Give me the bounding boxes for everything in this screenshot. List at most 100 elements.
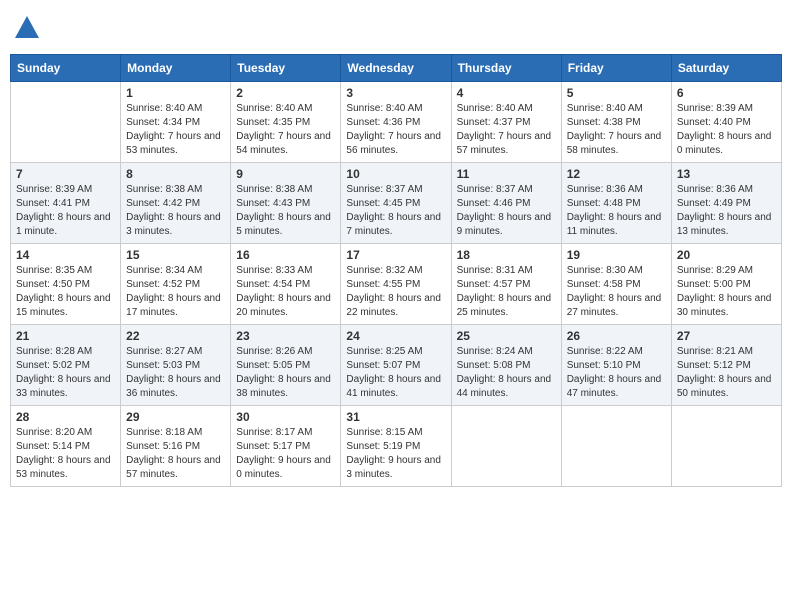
calendar-day-cell: 14Sunrise: 8:35 AMSunset: 4:50 PMDayligh… bbox=[11, 244, 121, 325]
day-number: 4 bbox=[457, 86, 556, 100]
day-detail: Sunrise: 8:28 AMSunset: 5:02 PMDaylight:… bbox=[16, 345, 115, 401]
calendar-day-cell bbox=[11, 82, 121, 163]
calendar-day-cell: 20 Sunrise: 8:29 AMSunset: 5:00 PMDayligh… bbox=[671, 244, 781, 325]
day-detail: Sunrise: 8:31 AMSunset: 4:57 PMDaylight:… bbox=[457, 264, 556, 320]
day-number: 27 bbox=[677, 329, 776, 343]
day-detail: Sunrise: 8:40 AMSunset: 4:36 PMDaylight:… bbox=[346, 102, 445, 158]
day-detail: Sunrise: 8:25 AMSunset: 5:07 PMDaylight:… bbox=[346, 345, 445, 401]
day-number: 21 bbox=[16, 329, 115, 343]
calendar-day-cell: 18 Sunrise: 8:31 AMSunset: 4:57 PMDayligh… bbox=[451, 244, 561, 325]
day-number: 15 bbox=[126, 248, 225, 262]
day-number: 30 bbox=[236, 410, 335, 424]
calendar-day-cell: 24 Sunrise: 8:25 AMSunset: 5:07 PMDayligh… bbox=[341, 325, 451, 406]
day-detail: Sunrise: 8:17 AMSunset: 5:17 PMDaylight:… bbox=[236, 426, 335, 482]
calendar-day-cell: 16 Sunrise: 8:33 AMSunset: 4:54 PMDayligh… bbox=[231, 244, 341, 325]
day-number: 11 bbox=[457, 167, 556, 181]
calendar-day-cell: 10 Sunrise: 8:37 AMSunset: 4:45 PMDayligh… bbox=[341, 163, 451, 244]
calendar-day-cell: 21 Sunrise: 8:28 AMSunset: 5:02 PMDayligh… bbox=[11, 325, 121, 406]
calendar-day-cell: 26 Sunrise: 8:22 AMSunset: 5:10 PMDayligh… bbox=[561, 325, 671, 406]
calendar-day-cell: 29 Sunrise: 8:18 AMSunset: 5:16 PMDayligh… bbox=[121, 406, 231, 487]
weekday-header: Thursday bbox=[451, 55, 561, 82]
calendar-day-cell: 6 Sunrise: 8:39 AMSunset: 4:40 PMDaylight… bbox=[671, 82, 781, 163]
day-detail: Sunrise: 8:30 AMSunset: 4:58 PMDaylight:… bbox=[567, 264, 666, 320]
day-number: 18 bbox=[457, 248, 556, 262]
day-number: 12 bbox=[567, 167, 666, 181]
day-number: 19 bbox=[567, 248, 666, 262]
day-number: 2 bbox=[236, 86, 335, 100]
day-detail: Sunrise: 8:36 AMSunset: 4:49 PMDaylight:… bbox=[677, 183, 776, 239]
day-number: 29 bbox=[126, 410, 225, 424]
calendar-day-cell: 3 Sunrise: 8:40 AMSunset: 4:36 PMDaylight… bbox=[341, 82, 451, 163]
calendar-day-cell: 28 Sunrise: 8:20 AMSunset: 5:14 PMDayligh… bbox=[11, 406, 121, 487]
weekday-header: Saturday bbox=[671, 55, 781, 82]
weekday-header-row: SundayMondayTuesdayWednesdayThursdayFrid… bbox=[11, 55, 782, 82]
calendar-day-cell: 8 Sunrise: 8:38 AMSunset: 4:42 PMDaylight… bbox=[121, 163, 231, 244]
calendar-week-row: 7 Sunrise: 8:39 AMSunset: 4:41 PMDaylight… bbox=[11, 163, 782, 244]
day-number: 9 bbox=[236, 167, 335, 181]
weekday-header: Friday bbox=[561, 55, 671, 82]
weekday-header: Monday bbox=[121, 55, 231, 82]
day-detail: Sunrise: 8:37 AMSunset: 4:45 PMDaylight:… bbox=[346, 183, 445, 239]
day-detail: Sunrise: 8:34 AMSunset: 4:52 PMDaylight:… bbox=[126, 264, 225, 320]
day-detail: Sunrise: 8:21 AMSunset: 5:12 PMDaylight:… bbox=[677, 345, 776, 401]
day-detail: Sunrise: 8:35 AMSunset: 4:50 PMDaylight:… bbox=[16, 264, 115, 320]
calendar-week-row: 14Sunrise: 8:35 AMSunset: 4:50 PMDayligh… bbox=[11, 244, 782, 325]
day-number: 6 bbox=[677, 86, 776, 100]
day-detail: Sunrise: 8:27 AMSunset: 5:03 PMDaylight:… bbox=[126, 345, 225, 401]
day-number: 5 bbox=[567, 86, 666, 100]
day-detail: Sunrise: 8:15 AMSunset: 5:19 PMDaylight:… bbox=[346, 426, 445, 482]
day-detail: Sunrise: 8:40 AMSunset: 4:38 PMDaylight:… bbox=[567, 102, 666, 158]
day-number: 7 bbox=[16, 167, 115, 181]
day-number: 17 bbox=[346, 248, 445, 262]
calendar-day-cell: 7 Sunrise: 8:39 AMSunset: 4:41 PMDaylight… bbox=[11, 163, 121, 244]
day-detail: Sunrise: 8:29 AMSunset: 5:00 PMDaylight:… bbox=[677, 264, 776, 320]
calendar-week-row: 28 Sunrise: 8:20 AMSunset: 5:14 PMDayligh… bbox=[11, 406, 782, 487]
calendar-day-cell: 17Sunrise: 8:32 AMSunset: 4:55 PMDayligh… bbox=[341, 244, 451, 325]
day-number: 8 bbox=[126, 167, 225, 181]
calendar-day-cell: 15 Sunrise: 8:34 AMSunset: 4:52 PMDayligh… bbox=[121, 244, 231, 325]
day-number: 22 bbox=[126, 329, 225, 343]
weekday-header: Tuesday bbox=[231, 55, 341, 82]
calendar-day-cell: 4Sunrise: 8:40 AMSunset: 4:37 PMDaylight… bbox=[451, 82, 561, 163]
calendar-day-cell: 12 Sunrise: 8:36 AMSunset: 4:48 PMDayligh… bbox=[561, 163, 671, 244]
day-detail: Sunrise: 8:39 AMSunset: 4:41 PMDaylight:… bbox=[16, 183, 115, 239]
day-number: 16 bbox=[236, 248, 335, 262]
calendar-day-cell: 27 Sunrise: 8:21 AMSunset: 5:12 PMDayligh… bbox=[671, 325, 781, 406]
weekday-header: Wednesday bbox=[341, 55, 451, 82]
calendar-day-cell bbox=[451, 406, 561, 487]
day-detail: Sunrise: 8:22 AMSunset: 5:10 PMDaylight:… bbox=[567, 345, 666, 401]
weekday-header: Sunday bbox=[11, 55, 121, 82]
day-detail: Sunrise: 8:38 AMSunset: 4:42 PMDaylight:… bbox=[126, 183, 225, 239]
day-number: 10 bbox=[346, 167, 445, 181]
calendar-day-cell: 2Sunrise: 8:40 AMSunset: 4:35 PMDaylight… bbox=[231, 82, 341, 163]
calendar-day-cell: 23 Sunrise: 8:26 AMSunset: 5:05 PMDayligh… bbox=[231, 325, 341, 406]
day-number: 28 bbox=[16, 410, 115, 424]
day-detail: Sunrise: 8:26 AMSunset: 5:05 PMDaylight:… bbox=[236, 345, 335, 401]
day-detail: Sunrise: 8:20 AMSunset: 5:14 PMDaylight:… bbox=[16, 426, 115, 482]
calendar-week-row: 21 Sunrise: 8:28 AMSunset: 5:02 PMDayligh… bbox=[11, 325, 782, 406]
day-number: 3 bbox=[346, 86, 445, 100]
calendar-day-cell: 1Sunrise: 8:40 AMSunset: 4:34 PMDaylight… bbox=[121, 82, 231, 163]
calendar-day-cell: 5 Sunrise: 8:40 AMSunset: 4:38 PMDaylight… bbox=[561, 82, 671, 163]
calendar-day-cell: 25 Sunrise: 8:24 AMSunset: 5:08 PMDayligh… bbox=[451, 325, 561, 406]
calendar-day-cell: 9Sunrise: 8:38 AMSunset: 4:43 PMDaylight… bbox=[231, 163, 341, 244]
day-detail: Sunrise: 8:18 AMSunset: 5:16 PMDaylight:… bbox=[126, 426, 225, 482]
day-detail: Sunrise: 8:24 AMSunset: 5:08 PMDaylight:… bbox=[457, 345, 556, 401]
day-detail: Sunrise: 8:33 AMSunset: 4:54 PMDaylight:… bbox=[236, 264, 335, 320]
day-detail: Sunrise: 8:39 AMSunset: 4:40 PMDaylight:… bbox=[677, 102, 776, 158]
calendar-day-cell: 13 Sunrise: 8:36 AMSunset: 4:49 PMDayligh… bbox=[671, 163, 781, 244]
calendar-day-cell: 11 Sunrise: 8:37 AMSunset: 4:46 PMDayligh… bbox=[451, 163, 561, 244]
calendar-day-cell bbox=[561, 406, 671, 487]
day-number: 13 bbox=[677, 167, 776, 181]
logo-icon bbox=[13, 14, 41, 42]
day-detail: Sunrise: 8:37 AMSunset: 4:46 PMDaylight:… bbox=[457, 183, 556, 239]
day-number: 23 bbox=[236, 329, 335, 343]
day-number: 20 bbox=[677, 248, 776, 262]
day-detail: Sunrise: 8:40 AMSunset: 4:34 PMDaylight:… bbox=[126, 102, 225, 158]
day-number: 25 bbox=[457, 329, 556, 343]
day-detail: Sunrise: 8:36 AMSunset: 4:48 PMDaylight:… bbox=[567, 183, 666, 239]
day-number: 24 bbox=[346, 329, 445, 343]
day-number: 26 bbox=[567, 329, 666, 343]
calendar-day-cell: 22 Sunrise: 8:27 AMSunset: 5:03 PMDayligh… bbox=[121, 325, 231, 406]
calendar-table: SundayMondayTuesdayWednesdayThursdayFrid… bbox=[10, 54, 782, 487]
